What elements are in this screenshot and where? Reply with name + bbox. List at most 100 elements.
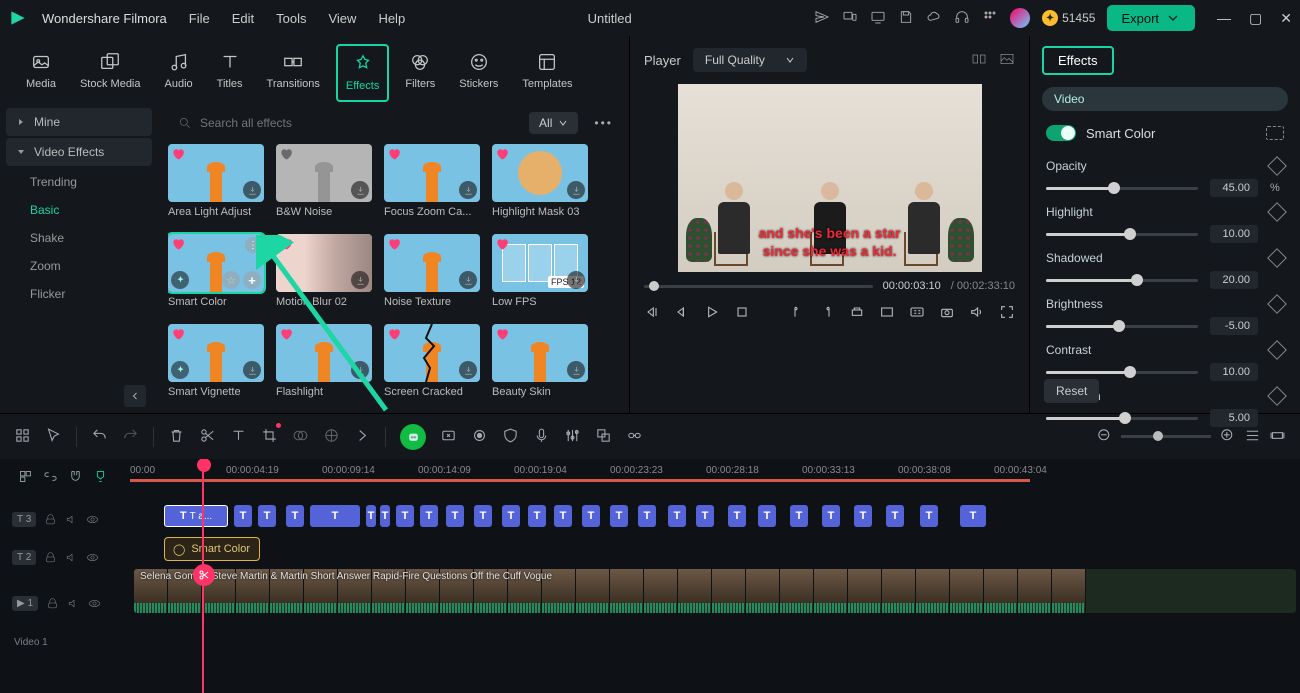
zoom-out-icon[interactable] — [1096, 427, 1113, 447]
monitor-icon[interactable] — [870, 9, 886, 28]
keyframe-icon[interactable] — [1267, 156, 1287, 176]
download-icon[interactable] — [567, 181, 585, 199]
param-value-opacity[interactable]: 45.00 — [1210, 179, 1258, 197]
filter-all-dropdown[interactable]: All — [529, 112, 578, 134]
tl-magnet-icon[interactable] — [68, 469, 83, 487]
ai-assistant-button[interactable] — [400, 424, 426, 450]
sidebar-sub-flicker[interactable]: Flicker — [6, 280, 152, 308]
sidebar-item-mine[interactable]: Mine — [6, 108, 152, 136]
tool-tab-effects[interactable]: Effects — [336, 44, 389, 102]
param-slider-brightness[interactable] — [1046, 325, 1198, 328]
tl-add-track-icon[interactable] — [18, 469, 33, 487]
track-header-t2[interactable]: T 2 — [6, 541, 124, 573]
quality-dropdown[interactable]: Full Quality — [693, 48, 807, 72]
shield-icon[interactable] — [502, 427, 519, 447]
download-icon[interactable] — [567, 361, 585, 379]
download-icon[interactable] — [243, 361, 261, 379]
effect-thumb-motion-blur-02[interactable] — [276, 234, 372, 292]
text-clip[interactable]: T — [446, 505, 464, 527]
window-close[interactable]: ✕ — [1280, 10, 1292, 27]
pointer-tool-icon[interactable] — [45, 427, 62, 447]
sidebar-sub-basic[interactable]: Basic — [6, 196, 152, 224]
text-clip[interactable]: T — [528, 505, 546, 527]
crop-icon[interactable] — [261, 427, 278, 447]
text-clip[interactable]: T — [310, 505, 360, 527]
param-value-shadowed[interactable]: 20.00 — [1210, 271, 1258, 289]
volume-icon[interactable] — [969, 304, 985, 323]
mic-icon[interactable] — [533, 427, 550, 447]
param-slider-saturation[interactable] — [1046, 417, 1198, 420]
keyframe-icon[interactable] — [1267, 386, 1287, 406]
text-clip[interactable]: T — [234, 505, 252, 527]
text-clip[interactable]: TT a... — [164, 505, 228, 527]
menu-view[interactable]: View — [328, 11, 356, 26]
save-icon[interactable] — [898, 9, 914, 28]
text-clip[interactable]: T — [380, 505, 390, 527]
download-icon[interactable] — [459, 181, 477, 199]
playhead-split-icon[interactable] — [193, 564, 215, 586]
zoom-in-icon[interactable] — [1219, 427, 1236, 447]
search-input-field[interactable] — [200, 116, 509, 130]
seek-bar[interactable] — [644, 285, 873, 288]
effect-thumb-focus-zoom-camera[interactable] — [384, 144, 480, 202]
text-clip[interactable]: T — [960, 505, 986, 527]
text-clip[interactable]: T — [396, 505, 414, 527]
cc-icon[interactable] — [909, 304, 925, 323]
menu-help[interactable]: Help — [378, 11, 405, 26]
effect-thumb-area-light-adjust[interactable] — [168, 144, 264, 202]
effect-thumb-smart-vignette[interactable] — [168, 324, 264, 382]
export-button[interactable]: Export — [1107, 5, 1195, 31]
group-icon[interactable] — [595, 427, 612, 447]
smart-color-effect-clip[interactable]: ◯ Smart Color — [164, 537, 260, 561]
preview-video[interactable]: and she's been a star since she was a ki… — [678, 84, 982, 272]
play-button[interactable] — [704, 304, 720, 323]
text-clip[interactable]: T — [366, 505, 376, 527]
collapse-sidebar-button[interactable] — [124, 385, 146, 407]
sidebar-sub-zoom[interactable]: Zoom — [6, 252, 152, 280]
video-clip[interactable]: Selena Gomez, Steve Martin & Martin Shor… — [134, 569, 1296, 613]
keyframe-icon[interactable] — [1267, 340, 1287, 360]
list-view-icon[interactable] — [1244, 427, 1261, 447]
text-clip[interactable]: T — [886, 505, 904, 527]
devices-icon[interactable] — [842, 9, 858, 28]
text-icon[interactable] — [230, 427, 247, 447]
menu-file[interactable]: File — [189, 11, 210, 26]
smart-color-toggle[interactable] — [1046, 125, 1076, 141]
tl-link-icon[interactable] — [43, 469, 58, 487]
text-clip[interactable]: T — [728, 505, 746, 527]
delete-icon[interactable] — [168, 427, 185, 447]
track-t2[interactable]: ◯ Smart Color — [130, 533, 1300, 565]
download-icon[interactable] — [351, 181, 369, 199]
effect-thumb-smart-color[interactable]: ⋮☆+ — [168, 234, 264, 292]
param-value-saturation[interactable]: 5.00 — [1210, 409, 1258, 427]
user-avatar[interactable] — [1010, 8, 1030, 28]
adjust-tool-icon[interactable] — [323, 427, 340, 447]
track-header-t3[interactable]: T 3 — [6, 503, 124, 535]
tool-tab-media[interactable]: Media — [18, 44, 64, 102]
thumb-star-icon[interactable]: ☆ — [222, 271, 240, 289]
compare-view-icon[interactable] — [971, 51, 987, 70]
param-slider-opacity[interactable] — [1046, 187, 1198, 190]
param-value-brightness[interactable]: -5.00 — [1210, 317, 1258, 335]
keyframe-icon[interactable] — [1267, 294, 1287, 314]
stop-button[interactable] — [734, 304, 750, 323]
ai-sparkle-icon[interactable] — [440, 427, 457, 447]
text-clip[interactable]: T — [258, 505, 276, 527]
window-maximize[interactable]: ▢ — [1249, 10, 1262, 27]
thumb-menu-icon[interactable]: ⋮ — [245, 237, 261, 253]
tool-tab-stickers[interactable]: Stickers — [451, 44, 506, 102]
text-clip[interactable]: T — [696, 505, 714, 527]
undo-icon[interactable] — [91, 427, 108, 447]
playhead[interactable] — [202, 459, 204, 693]
text-clip[interactable]: T — [790, 505, 808, 527]
track-t3[interactable]: TT a...TTTTTTTTTTTTTTTTTTTTTTTTTT — [130, 499, 1300, 531]
text-clip[interactable]: T — [668, 505, 686, 527]
color-tool-icon[interactable] — [292, 427, 309, 447]
tool-tab-stock-media[interactable]: Stock Media — [72, 44, 149, 102]
cloud-icon[interactable] — [926, 9, 942, 28]
param-value-highlight[interactable]: 10.00 — [1210, 225, 1258, 243]
text-clip[interactable]: T — [502, 505, 520, 527]
step-back-button[interactable] — [674, 304, 690, 323]
download-icon[interactable] — [243, 181, 261, 199]
window-minimize[interactable]: — — [1217, 10, 1231, 27]
